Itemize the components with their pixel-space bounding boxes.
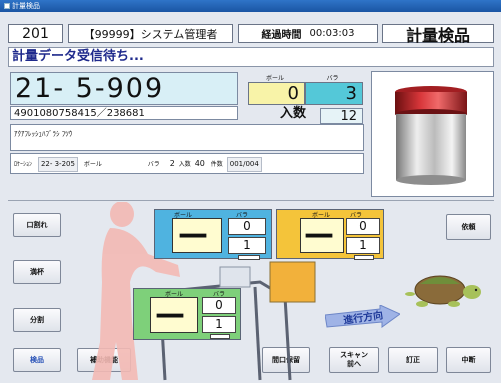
manpai-button[interactable]: 満杯 [13, 260, 61, 284]
barcode-text: 4901080758415／238681 [10, 106, 238, 120]
display-2-dash: — [304, 217, 334, 252]
app-icon [4, 3, 10, 9]
bara-value: 3 [305, 82, 363, 105]
display-2-bottom: 1 [346, 237, 380, 254]
bara2-value: 2 [169, 159, 175, 168]
display-1-dash: — [178, 217, 208, 252]
product-image [395, 86, 467, 185]
bara2-label: バラ [147, 161, 160, 168]
display-3-indicator [210, 334, 230, 339]
turtle-icon [405, 275, 481, 307]
station-number: 201 [8, 24, 63, 43]
irisu-value: 12 [320, 108, 363, 124]
count-label: 件数 [210, 161, 223, 168]
mode-title: 計量検品 [382, 24, 494, 45]
window-title: 計量検品 [12, 2, 40, 10]
display-3-top: 0 [202, 297, 236, 314]
elapsed-time: 経過時間 00:03:03 [238, 24, 378, 43]
user-name: 【99999】システム管理者 [68, 24, 233, 43]
status-message: 計量データ受信待ち... [8, 47, 494, 67]
display-1-bottom: 1 [228, 237, 266, 254]
ball-label: ボール [265, 75, 284, 82]
ball-value: 0 [248, 82, 305, 105]
chudan-button[interactable]: 中断 [446, 347, 491, 373]
display-1-top: 0 [228, 218, 266, 235]
location-row: ﾛｹｰｼｮﾝ 22- 3-205 ボール バラ 2 入数 40 件数 001/0… [10, 153, 364, 174]
display-3-dash: — [155, 297, 185, 332]
irisu2-value: 40 [194, 159, 205, 168]
irisu2-label: 入数 [178, 161, 191, 168]
window-titlebar: 計量検品 [0, 0, 501, 12]
kenpin-button[interactable]: 検品 [13, 348, 61, 372]
product-name: ｱｸｱﾌﾚｯｼｭﾊﾌﾞﾗｼ ﾌﾂｳ [10, 124, 364, 151]
teisei-button[interactable]: 訂正 [388, 347, 438, 373]
kuchiware-button[interactable]: 口割れ [13, 213, 61, 237]
display-1-indicator [238, 255, 260, 260]
irisu-label: 入数 [280, 106, 307, 121]
section-divider [8, 200, 494, 201]
count-value: 001/004 [226, 157, 262, 172]
loc-value: 22- 3-205 [37, 157, 78, 172]
loc-label: ﾛｹｰｼｮﾝ [14, 161, 33, 168]
bunkatsu-button[interactable]: 分割 [13, 308, 61, 332]
elapsed-value: 00:03:03 [309, 28, 355, 39]
elapsed-label: 経過時間 [261, 30, 302, 41]
display-2-top: 0 [346, 218, 380, 235]
display-3-bottom: 1 [202, 316, 236, 333]
irai-button[interactable]: 依頼 [446, 214, 491, 240]
ball2-label: ボール [83, 161, 102, 168]
bara-label: バラ [326, 75, 339, 82]
display-2-indicator [354, 255, 374, 260]
location-code: 21- 5-909 [10, 72, 238, 105]
